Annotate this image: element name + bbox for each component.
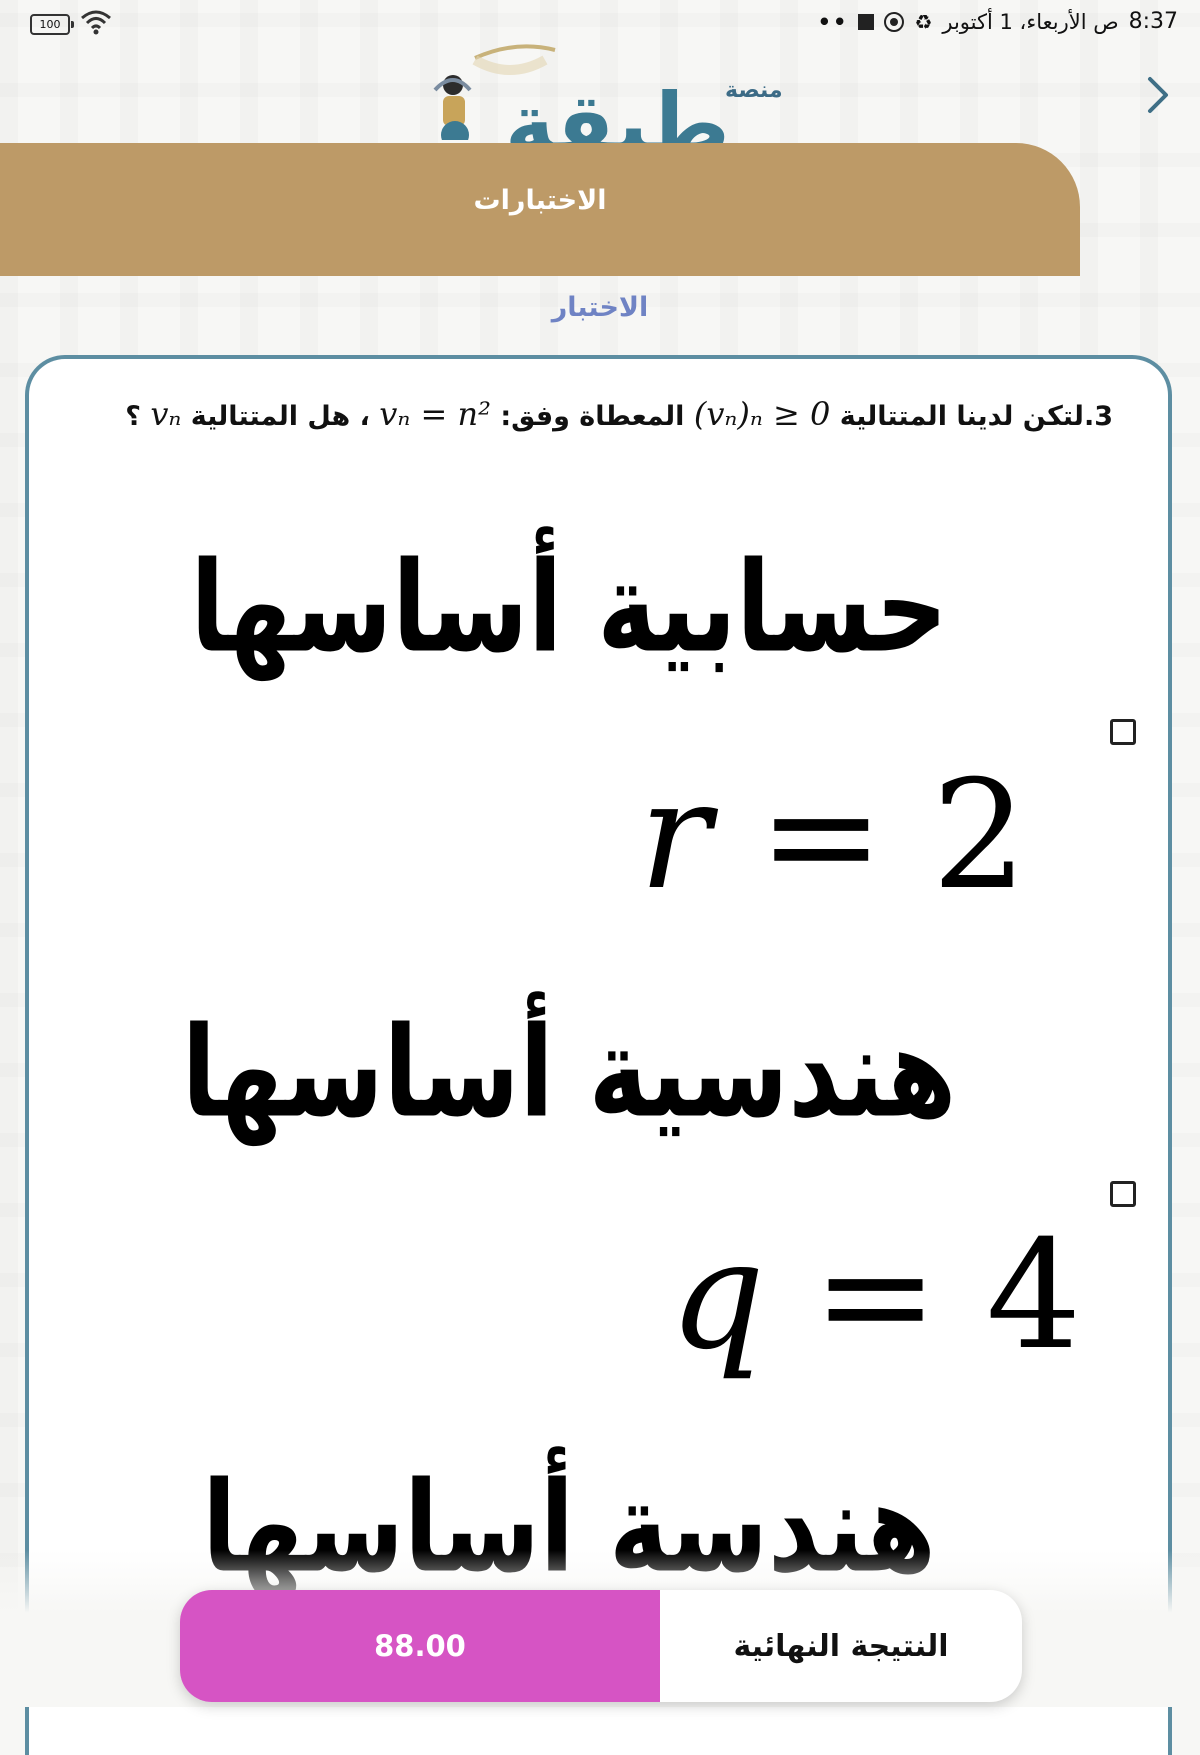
question-text-end: ، هل المتتالية bbox=[190, 401, 370, 432]
sync-icon: ♻ bbox=[914, 9, 933, 34]
question-text-start: لتكن لدينا المتتالية bbox=[839, 401, 1084, 432]
battery-level: 100 bbox=[39, 18, 61, 31]
question-math-3: vₙ bbox=[150, 395, 182, 433]
option-1-math: r = 2 bbox=[639, 749, 1027, 923]
option-1-math-var: r bbox=[639, 749, 711, 923]
notification-dots: •• bbox=[817, 9, 849, 34]
back-button[interactable] bbox=[1138, 70, 1178, 120]
question-card: 3.لتكن لدينا المتتالية (vₙ)ₙ ≥ 0 المعطاة… bbox=[25, 355, 1172, 1755]
chevron-right-icon bbox=[1148, 77, 1168, 113]
option-2-text: هندسية أساسها bbox=[181, 999, 957, 1146]
status-time: 8:37 bbox=[1128, 9, 1178, 34]
platform-logo: منصة طبقة bbox=[415, 40, 795, 145]
final-result-label: النتيجة النهائية bbox=[733, 1628, 949, 1664]
section-banner: الاختبارات bbox=[0, 143, 1080, 276]
status-right-group: •• ♻ ص الأربعاء، 1 أكتوبر 8:37 bbox=[818, 9, 1178, 34]
status-date: ص الأربعاء، 1 أكتوبر bbox=[942, 9, 1119, 34]
wifi-icon bbox=[81, 10, 111, 35]
answer-option-1[interactable]: حسابية أساسها r = 2 bbox=[59, 524, 1079, 944]
logo-small-text: منصة bbox=[725, 78, 783, 103]
question-number: 3. bbox=[1083, 401, 1113, 432]
question-math-2: vₙ = n² bbox=[379, 395, 491, 433]
final-score: 88.00 bbox=[180, 1590, 660, 1702]
question-math-1: (vₙ)ₙ ≥ 0 bbox=[693, 395, 831, 433]
question-text-mid: المعطاة وفق: bbox=[500, 401, 685, 432]
option-2-math-var: q bbox=[669, 1209, 766, 1383]
final-result-bar: 88.00 النتيجة النهائية bbox=[180, 1590, 1022, 1702]
answer-option-2[interactable]: هندسية أساسها q = 4 bbox=[59, 994, 1082, 1394]
logo-big-text: طبقة bbox=[505, 75, 730, 145]
battery-icon: 100 bbox=[30, 14, 74, 35]
option-1-checkbox[interactable] bbox=[1110, 719, 1136, 745]
option-2-math-rest: = 4 bbox=[765, 1209, 1082, 1383]
option-2-checkbox[interactable] bbox=[1110, 1181, 1136, 1207]
stop-icon bbox=[858, 13, 875, 30]
record-icon bbox=[884, 11, 905, 32]
option-2-math: q = 4 bbox=[669, 1209, 1082, 1383]
option-1-text: حسابية أساسها bbox=[190, 534, 948, 681]
question-text: 3.لتكن لدينا المتتالية (vₙ)ₙ ≥ 0 المعطاة… bbox=[99, 395, 1113, 449]
question-mark: ؟ bbox=[125, 401, 141, 432]
option-1-math-rest: = 2 bbox=[710, 749, 1028, 923]
banner-title: الاختبارات bbox=[473, 185, 607, 216]
page-subtitle: الاختبار bbox=[551, 292, 649, 323]
